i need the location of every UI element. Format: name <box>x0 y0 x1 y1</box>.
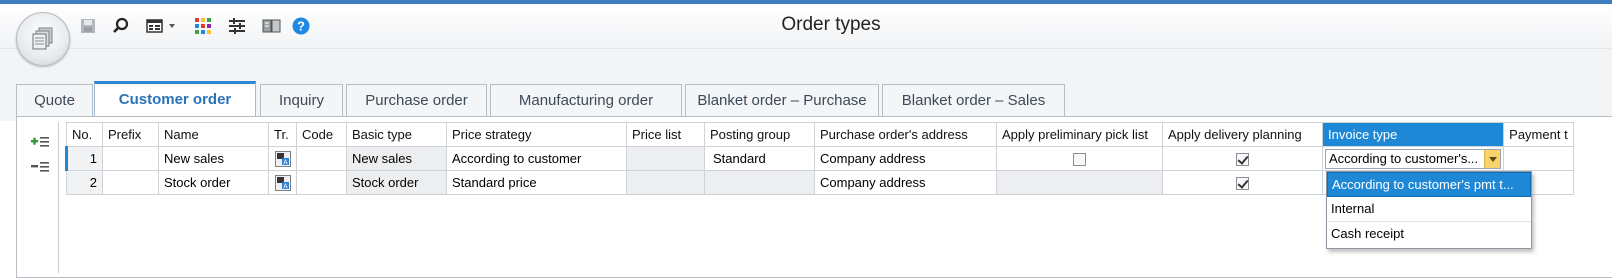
column-header[interactable]: Prefix <box>102 122 159 147</box>
tab-blanket-order-sales[interactable]: Blanket order – Sales <box>882 84 1065 116</box>
cell-apply-delivery-planning[interactable] <box>1162 170 1323 195</box>
tab-blanket-order-purchase[interactable]: Blanket order – Purchase <box>685 84 879 116</box>
translation-icon[interactable]: A <box>274 150 291 167</box>
tab-manufacturing-order[interactable]: Manufacturing order <box>490 84 682 116</box>
column-header[interactable]: Code <box>296 122 347 147</box>
remove-row-icon[interactable] <box>30 159 50 175</box>
row-tools <box>22 122 59 273</box>
cell-price-list[interactable] <box>626 146 705 171</box>
invoice-type-dropdown-button[interactable] <box>1484 149 1501 168</box>
dropdown-option[interactable]: According to customer's pmt t... <box>1327 172 1531 197</box>
add-row-icon[interactable] <box>30 134 50 150</box>
dropdown-option[interactable]: Internal <box>1327 197 1531 222</box>
cell-code[interactable] <box>296 146 347 171</box>
apply-delivery-planning-checkbox[interactable] <box>1236 177 1249 191</box>
cell-translation[interactable]: A <box>268 170 297 195</box>
cell-name[interactable]: Stock order <box>158 170 269 195</box>
translation-icon[interactable]: A <box>274 174 291 191</box>
cell-apply-delivery-planning[interactable] <box>1162 146 1323 171</box>
application-menu-button[interactable] <box>16 12 70 66</box>
tab-customer-order[interactable]: Customer order <box>94 81 256 118</box>
tab-purchase-order[interactable]: Purchase order <box>346 84 487 116</box>
column-header[interactable]: Price list <box>626 122 705 147</box>
apply-delivery-planning-checkbox[interactable] <box>1236 153 1249 167</box>
cell-posting-group[interactable]: Standard <box>704 146 815 171</box>
table-row[interactable]: 1 New sales A New sales According to cus… <box>65 146 1575 171</box>
column-header[interactable]: Payment t <box>1503 122 1575 147</box>
column-header[interactable]: Price strategy <box>446 122 627 147</box>
cell-name[interactable]: New sales <box>158 146 269 171</box>
cell-address[interactable]: Company address <box>814 170 997 195</box>
cell-posting-group[interactable] <box>704 170 815 195</box>
apply-pick-list-checkbox[interactable] <box>1073 153 1086 167</box>
invoice-type-dropdown-list: According to customer's pmt t... Interna… <box>1326 171 1532 249</box>
cell-apply-pick-list[interactable] <box>996 146 1163 171</box>
window-title: Order types <box>781 14 881 35</box>
cell-apply-pick-list <box>996 170 1163 195</box>
cell-translation[interactable]: A <box>268 146 297 171</box>
svg-text:A: A <box>283 159 288 166</box>
column-header[interactable]: Apply delivery planning <box>1162 122 1323 147</box>
column-header[interactable]: Name <box>158 122 269 147</box>
tab-inquiry[interactable]: Inquiry <box>260 84 343 116</box>
cell-price-list[interactable] <box>626 170 705 195</box>
row-number: 2 <box>66 170 103 195</box>
svg-text:A: A <box>283 183 288 190</box>
column-header[interactable]: Basic type <box>346 122 447 147</box>
cell-invoice-type[interactable]: According to customer's... <box>1321 146 1505 171</box>
column-header-invoice-type[interactable]: Invoice type <box>1321 122 1505 147</box>
cell-address[interactable]: Company address <box>814 146 997 171</box>
cell-prefix[interactable] <box>102 146 159 171</box>
cell-basic-type[interactable]: New sales <box>346 146 447 171</box>
cell-prefix[interactable] <box>102 170 159 195</box>
grid-header-row: No. Prefix Name Tr. Code Basic type Pric… <box>66 122 1575 147</box>
invoice-type-value: According to customer's... <box>1329 150 1479 166</box>
invoice-type-editor[interactable]: According to customer's... <box>1325 148 1502 169</box>
stack-icon <box>32 27 53 50</box>
dropdown-option[interactable]: Cash receipt <box>1327 222 1531 247</box>
tab-quote[interactable]: Quote <box>16 84 93 116</box>
column-header[interactable]: No. <box>66 122 103 147</box>
cell-payment[interactable] <box>1503 146 1575 171</box>
cell-price-strategy[interactable]: According to customer <box>446 146 627 171</box>
column-header[interactable]: Tr. <box>268 122 297 147</box>
column-header[interactable]: Posting group <box>704 122 815 147</box>
column-header[interactable]: Purchase order's address <box>814 122 997 147</box>
column-header[interactable]: Apply preliminary pick list <box>996 122 1163 147</box>
cell-price-strategy[interactable]: Standard price <box>446 170 627 195</box>
row-number: 1 <box>65 146 103 171</box>
cell-basic-type[interactable]: Stock order <box>346 170 447 195</box>
cell-code[interactable] <box>296 170 347 195</box>
